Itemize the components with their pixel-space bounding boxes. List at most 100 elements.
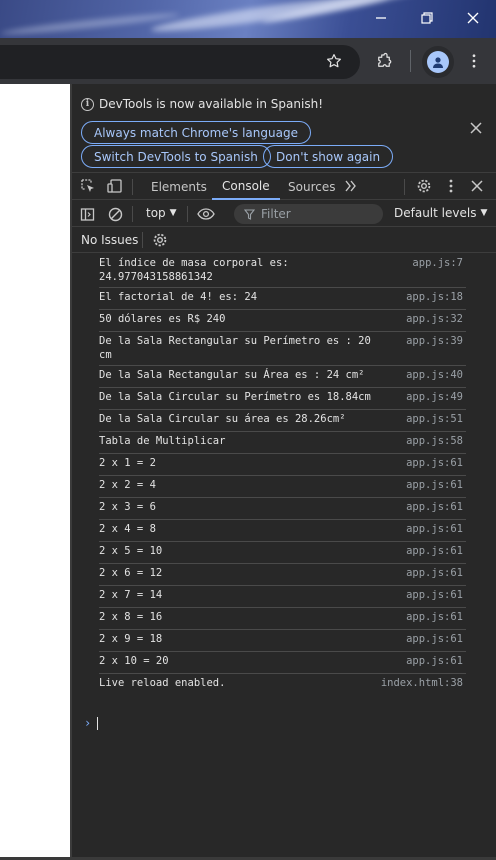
- device-toolbar-button[interactable]: [106, 177, 124, 195]
- console-source-link[interactable]: index.html:38: [381, 676, 463, 690]
- context-selector[interactable]: top ▼: [146, 206, 177, 220]
- devtools-tabbar: Elements Console Sources: [72, 172, 496, 200]
- console-source-link[interactable]: app.js:61: [406, 456, 463, 470]
- close-icon: [471, 180, 483, 192]
- console-source-link[interactable]: app.js:40: [406, 368, 463, 382]
- console-message-row: De la Sala Circular su Perímetro es 18.8…: [99, 388, 466, 410]
- console-message-row: 50 dólares es R$ 240 app.js:32: [99, 310, 466, 332]
- profile-icon: [427, 51, 449, 73]
- console-message-row: 2 x 5 = 10 app.js:61: [99, 542, 466, 564]
- inspect-icon: [81, 179, 94, 192]
- infobar-message: i DevTools is now available in Spanish!: [81, 97, 323, 111]
- block-icon: [108, 207, 122, 221]
- console-message-text: De la Sala Circular su área es 28.26cm²: [99, 413, 346, 425]
- devtools-menu-button[interactable]: [442, 177, 460, 195]
- console-message-row: 2 x 4 = 8 app.js:61: [99, 520, 466, 542]
- console-message-text: 50 dólares es R$ 240: [99, 313, 226, 325]
- console-message-row: 2 x 9 = 18 app.js:61: [99, 630, 466, 652]
- gear-icon: [153, 233, 167, 247]
- console-message-text: De la Sala Rectangular su Perímetro es :…: [99, 335, 371, 361]
- dont-show-again-button[interactable]: Don't show again: [263, 145, 394, 168]
- minimize-button[interactable]: [358, 0, 404, 36]
- sidebar-icon: [80, 207, 94, 221]
- console-message-row: Live reload enabled. index.html:38: [99, 674, 466, 696]
- gear-icon: [417, 179, 431, 193]
- inspect-element-button[interactable]: [79, 177, 97, 195]
- console-message-row: De la Sala Rectangular su Perímetro es :…: [99, 332, 466, 366]
- dropdown-arrow-icon: ▼: [169, 208, 177, 218]
- console-settings-button[interactable]: [151, 231, 169, 249]
- chrome-menu-button[interactable]: [462, 49, 486, 73]
- devtools-settings-button[interactable]: [415, 177, 433, 195]
- console-message-text: Live reload enabled.: [99, 677, 226, 689]
- console-message-text: 2 x 5 = 10: [99, 545, 163, 557]
- close-devtools-button[interactable]: [468, 177, 486, 195]
- issuesbar-separator: [142, 232, 143, 248]
- console-source-link[interactable]: app.js:61: [406, 478, 463, 492]
- console-source-link[interactable]: app.js:61: [406, 566, 463, 580]
- text-caret: [97, 716, 99, 730]
- console-source-link[interactable]: app.js:61: [406, 632, 463, 646]
- console-source-link[interactable]: app.js:61: [406, 500, 463, 514]
- filter-icon: [244, 208, 255, 220]
- console-source-link[interactable]: app.js:61: [406, 654, 463, 668]
- console-filter-input[interactable]: Filter: [234, 204, 383, 224]
- console-source-link[interactable]: app.js:32: [406, 312, 463, 326]
- console-source-link[interactable]: app.js:51: [406, 412, 463, 426]
- always-match-language-button[interactable]: Always match Chrome's language: [81, 121, 311, 144]
- console-message-text: De la Sala Rectangular su Área es : 24 c…: [99, 369, 365, 381]
- console-filterbar: top ▼ Filter Default levels ▼: [72, 201, 496, 227]
- live-expression-button[interactable]: [197, 205, 215, 223]
- close-window-button[interactable]: [450, 0, 496, 36]
- minimize-icon: [376, 17, 386, 19]
- console-message-text: Tabla de Multiplicar: [99, 435, 226, 447]
- filterbar-separator: [187, 206, 188, 222]
- console-message-row: El factorial de 4! es: 24 app.js:18: [99, 288, 466, 310]
- web-page-viewport[interactable]: [0, 84, 70, 860]
- console-source-link[interactable]: app.js:49: [406, 390, 463, 404]
- tab-sources[interactable]: Sources: [288, 173, 335, 200]
- console-message-text: El factorial de 4! es: 24: [99, 291, 258, 303]
- console-message-text: 2 x 7 = 14: [99, 589, 163, 601]
- clear-console-button[interactable]: [106, 205, 124, 223]
- infobar-close-button[interactable]: [468, 120, 484, 136]
- console-source-link[interactable]: app.js:61: [406, 522, 463, 536]
- switch-to-spanish-button[interactable]: Switch DevTools to Spanish: [81, 145, 271, 168]
- console-source-link[interactable]: app.js:61: [406, 588, 463, 602]
- show-sidebar-button[interactable]: [78, 205, 96, 223]
- console-message-text: De la Sala Circular su Perímetro es 18.8…: [99, 391, 371, 403]
- bookmark-star-button[interactable]: [322, 49, 346, 73]
- console-source-link[interactable]: app.js:58: [406, 434, 463, 448]
- tab-elements[interactable]: Elements: [151, 173, 207, 200]
- log-levels-dropdown[interactable]: Default levels ▼: [394, 206, 487, 220]
- console-message-row: 2 x 7 = 14 app.js:61: [99, 586, 466, 608]
- console-source-link[interactable]: app.js:39: [406, 334, 463, 348]
- console-message-row: 2 x 8 = 16 app.js:61: [99, 608, 466, 630]
- extensions-button[interactable]: [372, 49, 396, 73]
- console-source-link[interactable]: app.js:61: [406, 544, 463, 558]
- console-source-link[interactable]: app.js:7: [412, 256, 463, 270]
- dropdown-arrow-icon: ▼: [480, 208, 488, 218]
- console-message-row: De la Sala Rectangular su Área es : 24 c…: [99, 366, 466, 388]
- console-prompt[interactable]: ›: [84, 716, 99, 730]
- profile-button[interactable]: [422, 46, 454, 78]
- restore-button[interactable]: [404, 0, 450, 36]
- more-tabs-button[interactable]: [342, 177, 360, 195]
- language-infobar: i DevTools is now available in Spanish! …: [72, 84, 496, 172]
- console-source-link[interactable]: app.js:61: [406, 610, 463, 624]
- console-message-row: 2 x 2 = 4 app.js:61: [99, 476, 466, 498]
- tabbar-separator: [404, 179, 405, 195]
- console-message-row: 2 x 10 = 20 app.js:61: [99, 652, 466, 674]
- device-icon: [107, 179, 122, 193]
- more-vert-icon: [472, 54, 476, 68]
- toolbar-separator: [410, 50, 411, 72]
- tab-console[interactable]: Console: [212, 173, 280, 200]
- tabbar-separator: [132, 179, 133, 195]
- eye-icon: [197, 208, 215, 220]
- double-chevron-right-icon: [345, 180, 356, 192]
- issues-counter[interactable]: No Issues: [81, 233, 138, 247]
- address-bar[interactable]: [0, 45, 360, 79]
- console-source-link[interactable]: app.js:18: [406, 290, 463, 304]
- console-message-row: Tabla de Multiplicar app.js:58: [99, 432, 466, 454]
- filter-placeholder: Filter: [261, 207, 291, 221]
